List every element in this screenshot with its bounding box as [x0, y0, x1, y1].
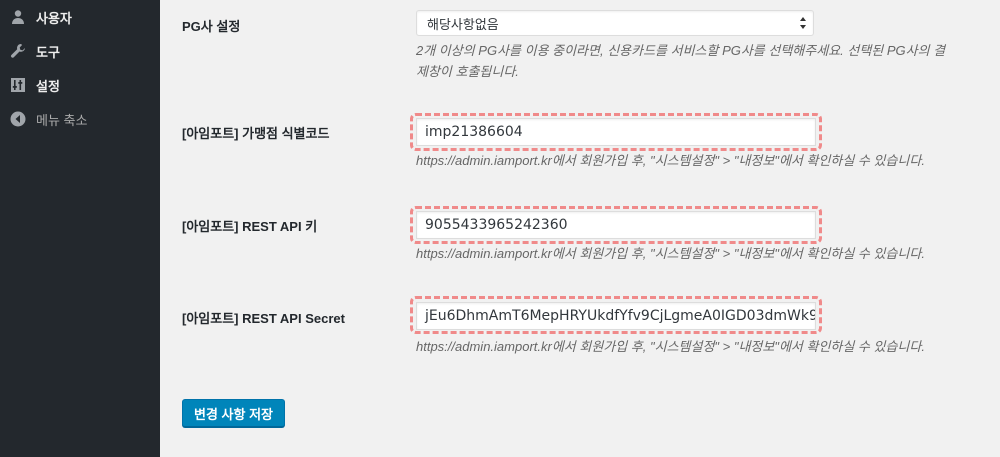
- pg-description-line2: 제창이 호출됩니다.: [416, 64, 519, 79]
- sidebar-item-label: 사용자: [36, 10, 72, 26]
- collapse-menu-button[interactable]: 메뉴 축소: [0, 102, 160, 136]
- pg-select-value: 해당사항없음: [427, 16, 499, 32]
- collapse-menu-label: 메뉴 축소: [36, 112, 88, 128]
- sidebar-item-label: 설정: [36, 78, 60, 94]
- wrench-icon: [9, 42, 27, 60]
- sidebar-item-users[interactable]: 사용자: [0, 0, 160, 34]
- api-key-value: 9055433965242360: [425, 217, 568, 233]
- api-secret-input[interactable]: jEu6DhmAmT6MepHRYUkdfYfv9CjLgmeA0IGD03dm…: [416, 302, 816, 330]
- pg-description-line1: 2개 이상의 PG사를 이용 중이라면, 신용카드를 서비스할 PG사를 선택해…: [416, 43, 946, 58]
- api-key-label: [아임포트] REST API 키: [182, 219, 318, 234]
- sidebar-item-settings[interactable]: 설정: [0, 68, 160, 102]
- api-secret-description: https://admin.iamport.kr에서 회원가입 후, "시스템설…: [416, 339, 925, 354]
- select-arrows-icon: [799, 15, 807, 31]
- settings-icon: [9, 76, 27, 94]
- merchant-code-description: https://admin.iamport.kr에서 회원가입 후, "시스템설…: [416, 153, 925, 168]
- pg-setting-label: PG사 설정: [182, 19, 241, 34]
- pg-description: 2개 이상의 PG사를 이용 중이라면, 신용카드를 서비스할 PG사를 선택해…: [416, 40, 945, 82]
- pg-select[interactable]: 해당사항없음: [416, 10, 814, 36]
- merchant-code-value: imp21386604: [425, 124, 523, 140]
- admin-sidebar: 사용자 도구 설정 메뉴 축소: [0, 0, 160, 457]
- merchant-code-label: [아임포트] 가맹점 식별코드: [182, 126, 330, 141]
- collapse-arrow-icon: [9, 110, 27, 128]
- api-secret-value: jEu6DhmAmT6MepHRYUkdfYfv9CjLgmeA0IGD03dm…: [425, 308, 816, 324]
- merchant-code-input[interactable]: imp21386604: [416, 118, 816, 146]
- api-key-input[interactable]: 9055433965242360: [416, 211, 816, 239]
- save-changes-button[interactable]: 변경 사항 저장: [182, 399, 285, 427]
- sidebar-item-tools[interactable]: 도구: [0, 34, 160, 68]
- api-secret-label: [아임포트] REST API Secret: [182, 311, 345, 326]
- api-key-description: https://admin.iamport.kr에서 회원가입 후, "시스템설…: [416, 246, 925, 261]
- user-icon: [9, 8, 27, 26]
- settings-form: PG사 설정 해당사항없음 2개 이상의 PG사를 이용 중이라면, 신용카드를…: [160, 0, 1000, 457]
- sidebar-item-label: 도구: [36, 44, 60, 60]
